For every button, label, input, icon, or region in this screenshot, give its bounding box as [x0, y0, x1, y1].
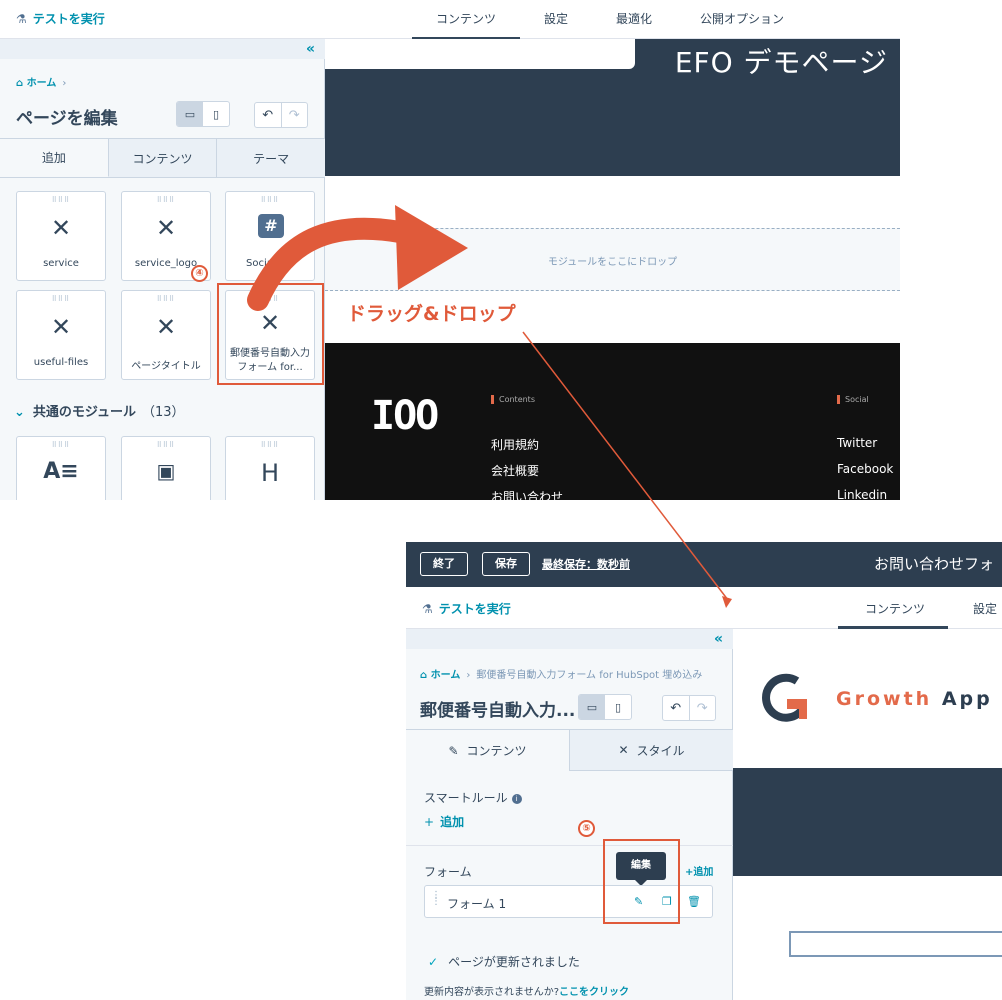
drag-drop-label: ドラッグ&ドロップ — [343, 299, 520, 326]
drag-arrow-head — [395, 205, 468, 290]
step-5-badge: ⑤ — [578, 820, 595, 837]
connector-line — [522, 331, 729, 601]
highlight-edit-button — [603, 839, 680, 924]
annotation-overlay — [247, 205, 732, 608]
step-4-badge: ④ — [191, 265, 208, 282]
highlight-postal-module — [217, 283, 324, 385]
connector-arrow-head — [722, 596, 732, 608]
